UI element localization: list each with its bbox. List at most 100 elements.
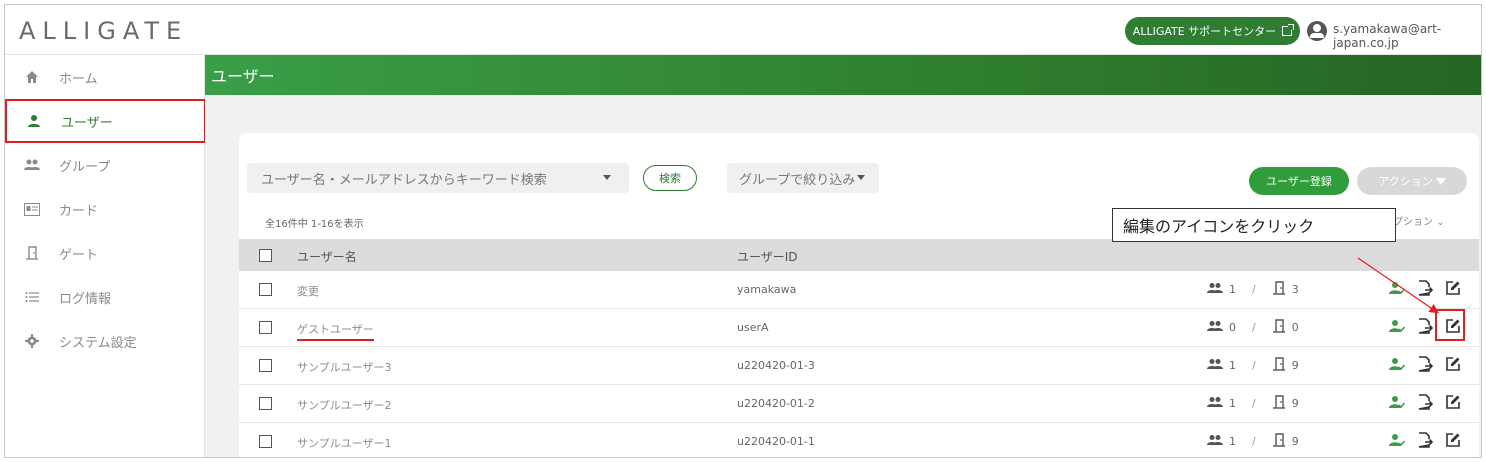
user-name-link[interactable]: サンプルユーザー2 xyxy=(297,397,391,413)
table-row[interactable]: サンプルユーザー2 u220420-01-2 1 / 9 xyxy=(239,385,1479,423)
column-header-name[interactable]: ユーザー名 xyxy=(297,248,357,265)
select-all-checkbox[interactable] xyxy=(259,249,272,262)
assignment-counts: 1 / 9 xyxy=(1207,395,1299,412)
sidebar-item-users[interactable]: ユーザー xyxy=(5,99,206,143)
table-header: ユーザー名 ユーザーID xyxy=(239,239,1479,271)
row-checkbox[interactable] xyxy=(259,321,272,334)
row-checkbox[interactable] xyxy=(259,435,272,448)
display-options-toggle[interactable]: プション ⌄ xyxy=(1393,213,1445,228)
separator: / xyxy=(1252,283,1256,296)
sidebar-item-settings[interactable]: システム設定 xyxy=(5,319,204,363)
group-icon xyxy=(1207,434,1223,449)
user-name-link[interactable]: サンプルユーザー3 xyxy=(297,359,391,375)
annotation-highlight-box xyxy=(1435,309,1465,341)
user-id: userA xyxy=(737,321,769,334)
user-name-link[interactable]: 変更 xyxy=(297,283,319,299)
export-icon[interactable] xyxy=(1417,280,1434,299)
table-row[interactable]: サンプルユーザー1 u220420-01-1 1 / 9 xyxy=(239,423,1479,457)
group-icon xyxy=(1207,282,1223,297)
group-icon xyxy=(1207,358,1223,373)
gate-icon xyxy=(1272,433,1286,450)
caret-down-icon xyxy=(1435,177,1446,185)
register-user-button[interactable]: ユーザー登録 xyxy=(1249,167,1349,195)
row-checkbox[interactable] xyxy=(259,359,272,372)
sidebar-item-label: ホーム xyxy=(59,71,98,87)
gate-count: 3 xyxy=(1291,283,1299,296)
edit-icon[interactable] xyxy=(1445,394,1461,413)
user-status-icon[interactable] xyxy=(1389,319,1406,336)
external-link-icon xyxy=(1282,24,1295,36)
row-checkbox[interactable] xyxy=(259,283,272,296)
table-row[interactable]: サンプルユーザー3 u220420-01-3 1 / 9 xyxy=(239,347,1479,385)
action-button[interactable]: アクション xyxy=(1357,167,1467,195)
action-label: アクション xyxy=(1378,175,1433,188)
row-actions xyxy=(1389,356,1461,375)
user-status-icon[interactable] xyxy=(1389,433,1406,450)
export-icon[interactable] xyxy=(1417,356,1434,375)
edit-icon[interactable] xyxy=(1445,356,1461,375)
sidebar-item-gates[interactable]: ゲート xyxy=(5,231,204,275)
user-id: u220420-01-1 xyxy=(737,435,815,448)
table-row[interactable]: 変更 yamakawa 1 / 3 xyxy=(239,271,1479,309)
group-icon xyxy=(23,156,41,174)
sidebar-item-home[interactable]: ホーム xyxy=(5,55,204,99)
search-button[interactable]: 検索 xyxy=(643,165,697,191)
user-name-link[interactable]: ゲストユーザー xyxy=(297,321,374,341)
user-list-card: ユーザー名・メールアドレスからキーワード検索 検索 グループで絞り込み ユーザー… xyxy=(239,133,1479,457)
separator: / xyxy=(1252,321,1256,334)
user-status-icon[interactable] xyxy=(1389,395,1406,412)
app-logo[interactable]: ALLIGATE xyxy=(19,17,188,45)
user-email[interactable]: s.yamakawa@art-japan.co.jp xyxy=(1333,22,1481,50)
sidebar-item-cards[interactable]: カード xyxy=(5,187,204,231)
assignment-counts: 1 / 3 xyxy=(1207,281,1299,298)
gate-icon xyxy=(23,244,41,262)
search-input[interactable]: ユーザー名・メールアドレスからキーワード検索 xyxy=(247,163,629,193)
gear-icon xyxy=(23,332,41,350)
table-row[interactable]: ゲストユーザー userA 0 / 0 xyxy=(239,309,1479,347)
account-icon[interactable] xyxy=(1307,21,1327,41)
export-icon[interactable] xyxy=(1417,318,1434,337)
user-status-icon[interactable] xyxy=(1389,357,1406,374)
sidebar: ホーム ユーザー グループ カード ゲート ログ情報 システム設定 xyxy=(5,55,206,457)
user-status-icon[interactable] xyxy=(1389,281,1406,298)
row-actions xyxy=(1389,280,1461,299)
sidebar-item-label: ログ情報 xyxy=(59,291,112,307)
group-count: 1 xyxy=(1229,435,1236,448)
row-actions xyxy=(1389,394,1461,413)
page-title: ユーザー xyxy=(205,55,1481,95)
annotation-callout: 編集のアイコンをクリック xyxy=(1112,208,1396,242)
row-actions xyxy=(1389,432,1461,451)
gate-count: 0 xyxy=(1291,321,1299,334)
user-icon xyxy=(25,112,43,130)
separator: / xyxy=(1252,359,1256,372)
chevron-down-icon: ⌄ xyxy=(1436,217,1445,228)
options-label: プション xyxy=(1393,217,1433,228)
main-content: ユーザー ユーザー名・メールアドレスからキーワード検索 検索 グループで絞り込み… xyxy=(205,55,1481,457)
column-header-id[interactable]: ユーザーID xyxy=(737,248,798,265)
sidebar-item-label: グループ xyxy=(59,159,111,175)
sidebar-item-logs[interactable]: ログ情報 xyxy=(5,275,204,319)
export-icon[interactable] xyxy=(1417,432,1434,451)
user-name-link[interactable]: サンプルユーザー1 xyxy=(297,435,391,451)
sidebar-item-groups[interactable]: グループ xyxy=(5,143,204,187)
export-icon[interactable] xyxy=(1417,394,1434,413)
support-center-button[interactable]: ALLIGATE サポートセンター xyxy=(1125,17,1300,45)
group-filter-select[interactable]: グループで絞り込み xyxy=(727,163,879,193)
group-count: 1 xyxy=(1229,283,1236,296)
chevron-down-icon xyxy=(857,175,865,180)
separator: / xyxy=(1252,435,1256,448)
home-icon xyxy=(23,68,41,86)
group-filter-label: グループで絞り込み xyxy=(739,172,856,188)
edit-icon[interactable] xyxy=(1445,432,1461,451)
user-id: u220420-01-2 xyxy=(737,397,815,410)
gate-count: 9 xyxy=(1291,397,1299,410)
group-icon xyxy=(1207,320,1223,335)
top-bar: ALLIGATE ALLIGATE サポートセンター s.yamakawa@ar… xyxy=(5,5,1481,55)
row-checkbox[interactable] xyxy=(259,397,272,410)
group-icon xyxy=(1207,396,1223,411)
assignment-counts: 1 / 9 xyxy=(1207,433,1299,450)
gate-icon xyxy=(1272,281,1286,298)
gate-count: 9 xyxy=(1291,359,1299,372)
card-icon xyxy=(23,200,41,218)
edit-icon[interactable] xyxy=(1445,280,1461,299)
